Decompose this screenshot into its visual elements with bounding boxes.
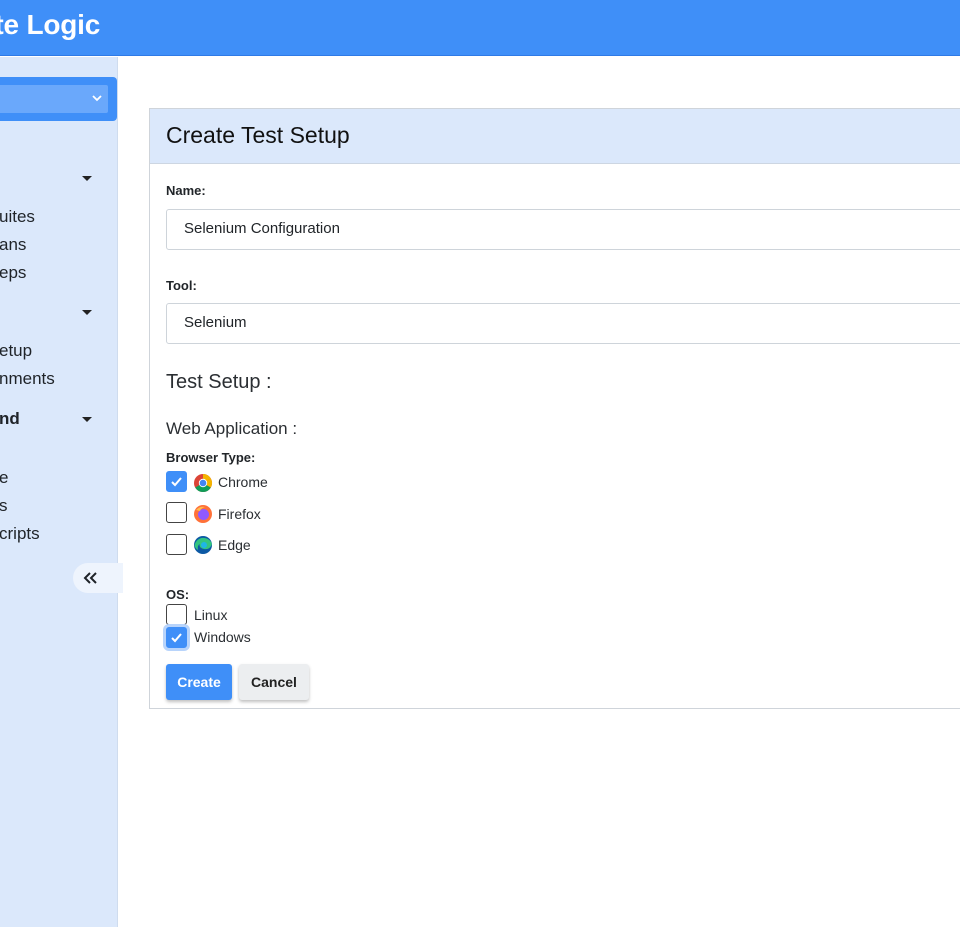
cancel-button[interactable]: Cancel [239, 664, 309, 700]
check-icon [171, 477, 182, 487]
page-title: Create Test Setup [166, 122, 350, 148]
edge-checkbox[interactable] [166, 534, 187, 555]
create-test-setup-panel: Create Test Setup Name: Selenium Configu… [149, 108, 960, 709]
sidebar-item-e[interactable]: e [0, 468, 8, 488]
chevron-down-icon [92, 95, 102, 102]
chrome-label: Chrome [218, 474, 268, 490]
linux-label: Linux [194, 607, 228, 623]
sidebar-item-test-plans[interactable]: ans [0, 235, 26, 255]
caret-down-icon[interactable] [82, 417, 92, 422]
tool-field[interactable]: Selenium [166, 303, 960, 344]
firefox-icon [194, 505, 212, 523]
panel-header: Create Test Setup [150, 109, 960, 164]
sidebar-section-label[interactable]: nd [0, 409, 20, 429]
sidebar-item-scripts[interactable]: cripts [0, 524, 40, 544]
name-field[interactable]: Selenium Configuration [166, 209, 960, 250]
edge-icon [194, 536, 212, 554]
caret-down-icon[interactable] [82, 176, 92, 181]
name-field-value: Selenium Configuration [184, 220, 340, 237]
create-button[interactable]: Create [166, 664, 232, 700]
chrome-icon [194, 474, 213, 492]
edge-label: Edge [218, 537, 251, 553]
app-title: ate Logic [0, 9, 101, 40]
chrome-checkbox[interactable] [166, 471, 187, 492]
check-icon [171, 633, 182, 643]
tool-field-value: Selenium [184, 314, 247, 331]
firefox-label: Firefox [218, 506, 261, 522]
sidebar-item-test-setup[interactable]: etup [0, 341, 32, 361]
browser-type-label: Browser Type: [166, 450, 256, 465]
firefox-checkbox[interactable] [166, 502, 187, 523]
sidebar-item-s[interactable]: s [0, 496, 8, 516]
sidebar: uites ans eps etup nments nd e s cripts [0, 57, 123, 927]
name-label: Name: [166, 183, 206, 198]
sidebar-item-test-suites[interactable]: uites [0, 207, 35, 227]
tool-label: Tool: [166, 278, 197, 293]
windows-label: Windows [194, 629, 251, 645]
linux-checkbox[interactable] [166, 604, 187, 625]
collapse-sidebar-button[interactable] [73, 563, 123, 593]
caret-down-icon[interactable] [82, 310, 92, 315]
double-chevron-left-icon [83, 572, 97, 584]
project-select-container [0, 77, 117, 121]
web-application-heading: Web Application : [166, 419, 298, 438]
project-select[interactable] [0, 85, 108, 113]
sidebar-item-environments[interactable]: nments [0, 369, 55, 389]
os-label: OS: [166, 587, 190, 602]
top-app-bar: ate Logic [0, 0, 960, 56]
test-setup-heading: Test Setup : [166, 371, 272, 393]
windows-checkbox[interactable] [166, 627, 187, 648]
sidebar-item-test-steps[interactable]: eps [0, 263, 26, 283]
